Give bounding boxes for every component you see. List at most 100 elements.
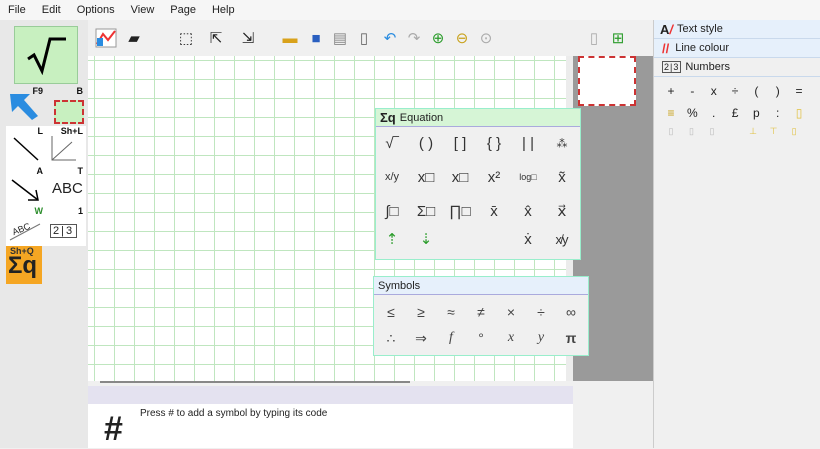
arrow-line-tool[interactable]: A <box>6 166 46 206</box>
key-pence[interactable]: p <box>747 106 765 120</box>
format-icon-1[interactable]: ▯ <box>662 126 680 137</box>
text-tool[interactable]: T ABC <box>46 166 86 206</box>
eq-lower[interactable]: ⇣ <box>414 227 438 251</box>
eq-integral[interactable]: ∫□ <box>380 199 404 223</box>
menu-view[interactable]: View <box>123 4 163 16</box>
ratio-icon[interactable]: ▯ <box>790 106 808 120</box>
key-divide[interactable]: ÷ <box>726 84 744 98</box>
sym-le[interactable]: ≤ <box>380 301 402 323</box>
eq-sum[interactable]: Σ□ <box>414 199 438 223</box>
sym-x[interactable]: x <box>500 327 522 349</box>
sym-infinity[interactable]: ∞ <box>560 301 582 323</box>
sym-ge[interactable]: ≥ <box>410 301 432 323</box>
eq-parentheses[interactable]: ( ) <box>414 131 438 155</box>
box-tool[interactable]: B <box>46 86 86 126</box>
shortcut-label: 1 <box>77 206 83 216</box>
abc-label: ABC <box>52 180 83 197</box>
key-equals[interactable]: = <box>790 84 808 98</box>
square-root-icon <box>27 37 66 75</box>
eq-matrix[interactable]: ⁂ <box>550 131 574 155</box>
menu-help[interactable]: Help <box>204 4 243 16</box>
key-colon[interactable]: : <box>769 106 787 120</box>
format-icon-2[interactable]: ▯ <box>683 126 701 137</box>
sym-ne[interactable]: ≠ <box>470 301 492 323</box>
horizontal-scroll-thumb[interactable] <box>100 381 410 383</box>
sym-approx[interactable]: ≈ <box>440 301 462 323</box>
eq-brackets[interactable]: [ ] <box>448 131 472 155</box>
open-folder-icon[interactable]: ▬ <box>280 28 300 48</box>
eq-sqrt[interactable]: √‾ <box>380 131 404 155</box>
text-style-label: Text style <box>677 23 723 35</box>
sym-times[interactable]: × <box>500 301 522 323</box>
axes-line-tool[interactable]: Sh+L <box>46 126 86 166</box>
key-minus[interactable]: - <box>683 84 701 98</box>
lasso-icon[interactable]: ⇲ <box>238 28 258 48</box>
key-open-paren[interactable]: ( <box>747 84 765 98</box>
key-times[interactable]: x <box>705 84 723 98</box>
shortcut-label: B <box>76 86 84 96</box>
menu-options[interactable]: Options <box>69 4 123 16</box>
eq-raise[interactable]: ⇡ <box>380 227 404 251</box>
sym-implies[interactable]: ⇒ <box>410 327 432 349</box>
eq-vector[interactable]: x⃗ <box>550 199 574 223</box>
fraction-icon[interactable]: ≡ <box>662 106 680 120</box>
stamp-icon[interactable]: ▰ <box>124 28 144 48</box>
eq-squared[interactable]: x² <box>482 165 506 189</box>
add-page-icon[interactable]: ⊞ <box>608 28 628 48</box>
sym-y[interactable]: y <box>530 327 552 349</box>
shortcut-label: F9 <box>32 86 43 96</box>
format-icon-5[interactable]: ⊥ <box>744 126 762 137</box>
slanted-text-tool[interactable]: W ABC <box>6 206 46 246</box>
eq-braces[interactable]: { } <box>482 131 506 155</box>
zoom-in-icon[interactable]: ⊕ <box>428 28 448 48</box>
eq-strikethrough[interactable]: x̸y <box>550 227 574 251</box>
page-icon[interactable]: ▯ <box>584 28 604 48</box>
menu-bar: File Edit Options View Page Help <box>0 0 820 20</box>
eq-abs[interactable]: | | <box>516 131 540 155</box>
key-plus[interactable]: + <box>662 84 680 98</box>
eq-superscript[interactable]: x□ <box>414 165 438 189</box>
graph-image-icon[interactable] <box>94 28 118 48</box>
key-close-paren[interactable]: ) <box>769 84 787 98</box>
eq-hat[interactable]: x̂ <box>516 199 540 223</box>
redo-icon[interactable]: ↷ <box>404 28 424 48</box>
sym-degree[interactable]: ° <box>470 327 492 349</box>
format-icon-3[interactable]: ▯ <box>703 126 721 137</box>
menu-page[interactable]: Page <box>162 4 204 16</box>
eq-product[interactable]: ∏□ <box>448 199 472 223</box>
equation-tool[interactable]: Sh+Q Σq <box>6 246 42 284</box>
numbers-tool[interactable]: 1 2|3 <box>46 206 86 246</box>
select-arrow-tool[interactable]: F9 <box>6 86 46 126</box>
key-percent[interactable]: % <box>683 106 701 120</box>
eq-subscript[interactable]: x□ <box>448 165 472 189</box>
eq-tilde[interactable]: x̃ <box>550 165 574 189</box>
select-area-icon[interactable]: ⬚ <box>176 28 196 48</box>
format-icon-7[interactable]: ▯ <box>785 126 803 137</box>
text-style-row[interactable]: A/ Text style <box>654 20 820 39</box>
menu-file[interactable]: File <box>0 4 34 16</box>
zoom-fit-icon[interactable]: ⊙ <box>476 28 496 48</box>
paste-icon[interactable]: ▯ <box>354 28 374 48</box>
eq-bar[interactable]: x̄ <box>482 199 506 223</box>
sym-therefore[interactable]: ∴ <box>380 327 402 349</box>
sym-function[interactable]: f <box>440 327 462 349</box>
square-root-tool[interactable] <box>14 26 78 84</box>
menu-edit[interactable]: Edit <box>34 4 69 16</box>
line-tool[interactable]: L <box>6 126 46 166</box>
page-thumbnail[interactable] <box>578 56 636 106</box>
pointer-icon[interactable]: ⇱ <box>206 28 226 48</box>
format-icon-6[interactable]: ⊤ <box>765 126 783 137</box>
numbers-row[interactable]: 2|3 Numbers <box>654 58 820 77</box>
sym-divide[interactable]: ÷ <box>530 301 552 323</box>
print-icon[interactable]: ▤ <box>330 28 350 48</box>
key-pound[interactable]: £ <box>726 106 744 120</box>
line-colour-row[interactable]: // Line colour <box>654 39 820 58</box>
save-icon[interactable]: ■ <box>306 28 326 48</box>
eq-dot[interactable]: ẋ <box>516 227 540 251</box>
undo-icon[interactable]: ↶ <box>380 28 400 48</box>
key-point[interactable]: . <box>705 106 723 120</box>
zoom-out-icon[interactable]: ⊖ <box>452 28 472 48</box>
eq-log[interactable]: log□ <box>516 165 540 189</box>
sym-pi[interactable]: π <box>560 327 582 349</box>
eq-fraction[interactable]: x/y <box>380 165 404 189</box>
